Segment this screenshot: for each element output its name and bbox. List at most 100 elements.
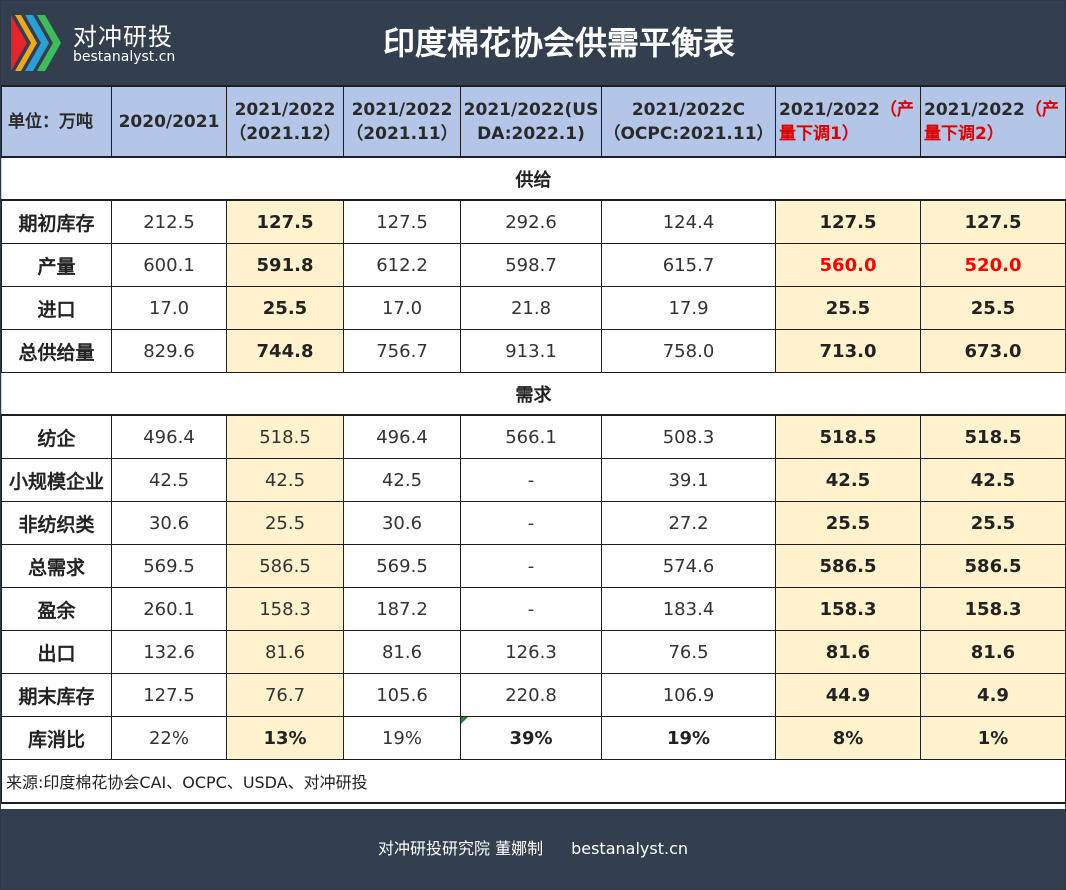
table-cell: 105.6	[343, 673, 461, 717]
table-cell: 220.8	[460, 673, 602, 717]
table-row: 非纺织类 30.6 25.5 30.6 - 27.2 25.5 25.5	[1, 501, 1066, 545]
table-cell: 22%	[111, 716, 227, 760]
table-cell: 496.4	[111, 414, 227, 459]
footer-credit: 对冲研投研究院 董娜制	[378, 839, 544, 858]
col-header-line: （2021.12）	[229, 123, 341, 144]
table-cell: 17.0	[343, 286, 461, 330]
table-cell: 615.7	[601, 243, 776, 287]
column-header-row: 单位：万吨 2020/2021 2021/2022 （2021.12） 2021/…	[1, 85, 1066, 158]
table-cell: 508.3	[601, 414, 776, 459]
table-cell: 39%	[460, 716, 602, 760]
table-row: 期末库存 127.5 76.7 105.6 220.8 106.9 44.9 4…	[1, 673, 1066, 717]
table-cell: 127.5	[920, 199, 1066, 244]
table-cell: 42.5	[920, 458, 1066, 502]
table-cell: 127.5	[226, 199, 344, 244]
table-cell: 913.1	[460, 329, 602, 373]
table-row: 盈余 260.1 158.3 187.2 - 183.4 158.3 158.3	[1, 587, 1066, 631]
table-cell: 21.8	[460, 286, 602, 330]
table-cell: 518.5	[226, 414, 344, 459]
table-cell: 25.5	[920, 501, 1066, 545]
table-cell: 25.5	[775, 501, 921, 545]
table-cell: 8%	[775, 716, 921, 760]
table-cell: 30.6	[111, 501, 227, 545]
table-row: 总需求 569.5 586.5 569.5 - 574.6 586.5 586.…	[1, 544, 1066, 588]
table-cell: 106.9	[601, 673, 776, 717]
table-cell: 758.0	[601, 329, 776, 373]
row-label: 纺企	[1, 414, 112, 459]
table-cell: 13%	[226, 716, 344, 760]
page-title: 印度棉花协会供需平衡表	[382, 24, 735, 62]
table-cell: 586.5	[920, 544, 1066, 588]
table-cell: 518.5	[920, 414, 1066, 459]
table-cell: 183.4	[601, 587, 776, 631]
col-header-cut-1: 2021/2022（产 量下调1）	[775, 85, 921, 158]
table-cell: 25.5	[226, 501, 344, 545]
col-header-line: 2021/2022	[351, 99, 453, 120]
table-cell: 560.0	[775, 243, 921, 287]
row-label: 出口	[1, 630, 112, 674]
col-header-line: 2021/2022	[779, 99, 880, 120]
table-cell: 1%	[920, 716, 1066, 760]
table-cell: -	[460, 458, 602, 502]
table-cell: 566.1	[460, 414, 602, 459]
table-cell: 574.6	[601, 544, 776, 588]
footer-site: bestanalyst.cn	[571, 839, 688, 858]
header-bar: 对冲研投 bestanalyst.cn 印度棉花协会供需平衡表	[1, 1, 1065, 85]
source-note: 来源:印度棉花协会CAI、OCPC、USDA、对冲研投	[1, 759, 1066, 804]
balance-sheet-frame: 对冲研投 bestanalyst.cn 印度棉花协会供需平衡表 单位：万吨 20…	[0, 0, 1066, 890]
table-cell: 81.6	[343, 630, 461, 674]
col-header-line: 2021/2022	[924, 99, 1025, 120]
section-title-supply: 供给	[1, 156, 1066, 201]
table-cell: 158.3	[775, 587, 921, 631]
table-cell: 25.5	[775, 286, 921, 330]
row-label: 库消比	[1, 716, 112, 760]
col-header-line: （2021.11）	[346, 123, 458, 144]
row-label: 产量	[1, 243, 112, 287]
unit-header: 单位：万吨	[1, 85, 112, 158]
table-cell: 127.5	[343, 199, 461, 244]
row-label: 总供给量	[1, 329, 112, 373]
table-cell: 25.5	[226, 286, 344, 330]
table-cell: 744.8	[226, 329, 344, 373]
balance-table: 单位：万吨 2020/2021 2021/2022 （2021.12） 2021/…	[1, 85, 1066, 804]
col-header-2021-12: 2021/2022 （2021.12）	[226, 85, 344, 158]
row-label: 总需求	[1, 544, 112, 588]
table-cell: 591.8	[226, 243, 344, 287]
col-header-line: 2021/2022C	[631, 99, 746, 120]
table-cell: 127.5	[111, 673, 227, 717]
row-label: 进口	[1, 286, 112, 330]
table-cell: 158.3	[226, 587, 344, 631]
section-row-demand: 需求	[1, 372, 1066, 416]
table-cell: 518.5	[775, 414, 921, 459]
table-cell: 586.5	[775, 544, 921, 588]
table-row: 小规模企业 42.5 42.5 42.5 - 39.1 42.5 42.5	[1, 458, 1066, 502]
row-label: 期初库存	[1, 199, 112, 244]
table-cell: 673.0	[920, 329, 1066, 373]
table-row: 出口 132.6 81.6 81.6 126.3 76.5 81.6 81.6	[1, 630, 1066, 674]
table-cell: 260.1	[111, 587, 227, 631]
table-cell: -	[460, 544, 602, 588]
col-header-line: （OCPC:2021.11）	[603, 123, 774, 144]
table-cell: 126.3	[460, 630, 602, 674]
section-title-demand: 需求	[1, 372, 1066, 416]
table-row: 纺企 496.4 518.5 496.4 566.1 508.3 518.5 5…	[1, 414, 1066, 459]
table-row: 进口 17.0 25.5 17.0 21.8 17.9 25.5 25.5	[1, 286, 1066, 330]
table-row: 库消比 22% 13% 19% 39% 19% 8% 1%	[1, 716, 1066, 760]
table-cell: 17.9	[601, 286, 776, 330]
table-cell: 569.5	[343, 544, 461, 588]
table-cell: 612.2	[343, 243, 461, 287]
table-cell: -	[460, 501, 602, 545]
col-header-cut-2: 2021/2022（产 量下调2）	[920, 85, 1066, 158]
table-cell: 4.9	[920, 673, 1066, 717]
table-cell: 132.6	[111, 630, 227, 674]
table-cell: 713.0	[775, 329, 921, 373]
table-cell: 27.2	[601, 501, 776, 545]
table-cell: 187.2	[343, 587, 461, 631]
table-cell: 19%	[601, 716, 776, 760]
row-label: 非纺织类	[1, 501, 112, 545]
col-header-line: 2021/2022(US	[463, 99, 599, 120]
table-cell: 39.1	[601, 458, 776, 502]
table-cell: 586.5	[226, 544, 344, 588]
col-header-ocpc: 2021/2022C （OCPC:2021.11）	[601, 85, 776, 158]
table-cell: 212.5	[111, 199, 227, 244]
